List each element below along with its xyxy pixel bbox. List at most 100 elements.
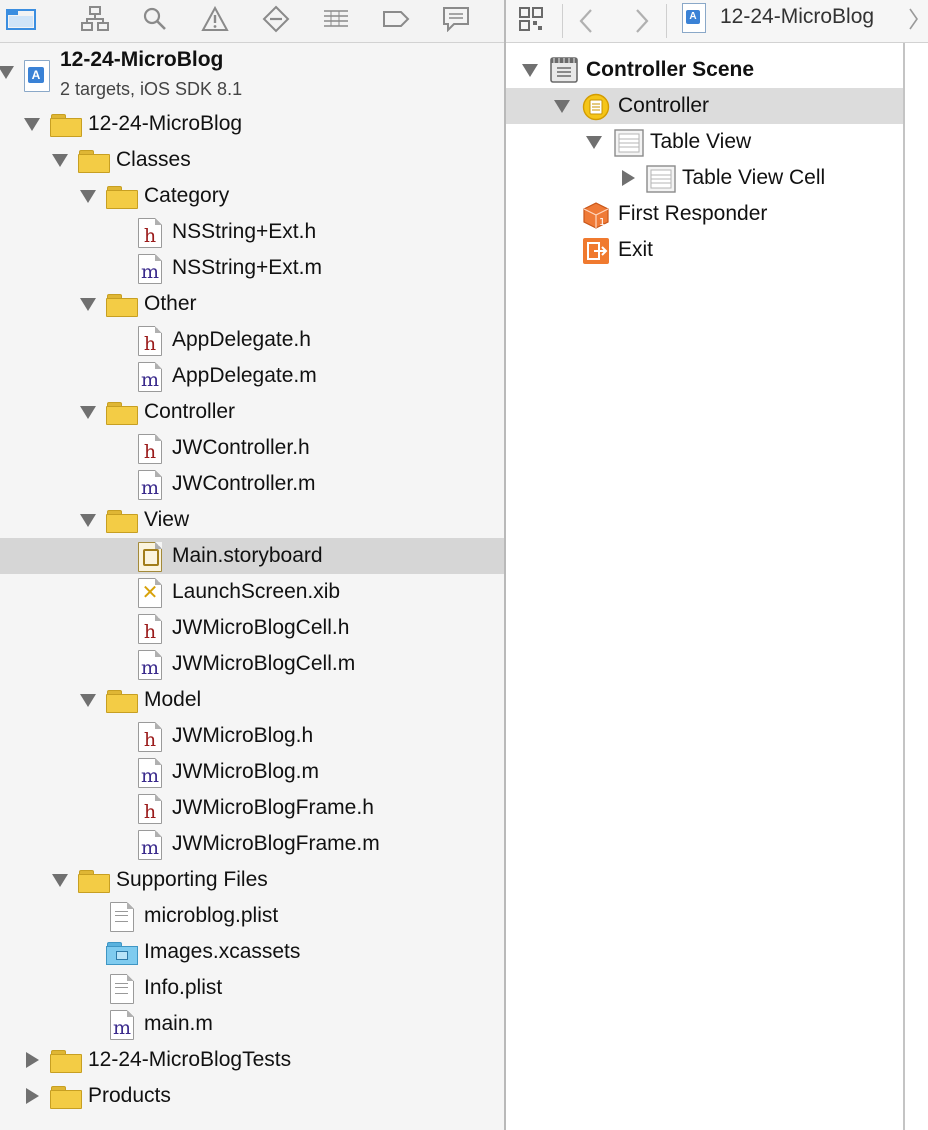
tree-row[interactable]: m JWController.m (0, 466, 504, 502)
report-navigator-icon[interactable] (439, 4, 473, 34)
folder-icon (106, 510, 138, 533)
exit-icon (582, 237, 610, 277)
disclosure-triangle-icon[interactable] (52, 874, 68, 887)
disclosure-triangle-icon[interactable] (622, 170, 635, 186)
tree-row[interactable]: m main.m (0, 1006, 504, 1042)
m-file-icon: m (138, 830, 162, 860)
tree-item-label: NSString+Ext.m (172, 256, 322, 279)
tree-row[interactable]: m JWMicroBlogCell.m (0, 646, 504, 682)
tree-row[interactable]: m NSString+Ext.m (0, 250, 504, 286)
folder-icon (106, 294, 138, 317)
tree-row[interactable]: View (0, 502, 504, 538)
disclosure-triangle-icon[interactable] (26, 1088, 39, 1104)
go-forward-icon[interactable] (632, 8, 652, 39)
jump-bar: A 12-24-MicroBlog (506, 0, 928, 43)
tree-row[interactable]: microblog.plist (0, 898, 504, 934)
tree-row[interactable]: 12-24-MicroBlogTests (0, 1042, 504, 1078)
h-file-icon: h (138, 722, 162, 752)
outline-row[interactable]: Table View (506, 124, 903, 160)
tree-row[interactable]: Images.xcassets (0, 934, 504, 970)
folder-icon (78, 870, 110, 893)
tree-row[interactable]: h JWController.h (0, 430, 504, 466)
disclosure-triangle-icon[interactable] (52, 154, 68, 167)
folder-icon (50, 114, 82, 137)
tree-row[interactable]: ✕ LaunchScreen.xib (0, 574, 504, 610)
disclosure-triangle-icon[interactable] (0, 66, 14, 79)
folder-icon (50, 1086, 82, 1109)
outline-item-label: Table View (650, 130, 752, 153)
interface-builder-editor: A 12-24-MicroBlog Controller Scene Contro… (506, 0, 928, 1130)
tree-item-label: Model (144, 688, 202, 711)
h-file-icon: h (138, 326, 162, 356)
disclosure-triangle-icon[interactable] (80, 694, 96, 707)
xib-file-icon: ✕ (138, 578, 162, 608)
xcode-project-icon: A (24, 60, 50, 92)
tree-row[interactable]: Classes (0, 142, 504, 178)
project-navigator-icon[interactable] (4, 4, 38, 34)
tree-row[interactable]: Supporting Files (0, 862, 504, 898)
tree-item-label: JWMicroBlogFrame.m (172, 832, 380, 855)
disclosure-triangle-icon[interactable] (26, 1052, 39, 1068)
outline-row[interactable]: Table View Cell (506, 160, 903, 196)
tree-item-label: Products (88, 1084, 171, 1107)
tree-row[interactable]: Controller (0, 394, 504, 430)
tree-row[interactable]: Products (0, 1078, 504, 1114)
tree-row[interactable]: Category (0, 178, 504, 214)
folder-icon (50, 1050, 82, 1073)
outline-item-label: Controller Scene (586, 58, 755, 81)
tree-item-label: AppDelegate.h (172, 328, 311, 351)
disclosure-triangle-icon[interactable] (522, 64, 538, 77)
breadcrumb-project[interactable]: 12-24-MicroBlog (720, 2, 874, 32)
tree-item-label: 12-24-MicroBlogTests (88, 1048, 292, 1071)
tree-row[interactable]: 12-24-MicroBlog (0, 106, 504, 142)
tree-item-label: JWController.m (172, 472, 316, 495)
tree-row[interactable]: m JWMicroBlog.m (0, 754, 504, 790)
tree-row[interactable]: h NSString+Ext.h (0, 214, 504, 250)
disclosure-triangle-icon[interactable] (80, 190, 96, 203)
h-file-icon: h (138, 794, 162, 824)
tree-row[interactable]: h JWMicroBlog.h (0, 718, 504, 754)
tree-item-label: Classes (116, 148, 191, 171)
outline-row[interactable]: Controller Scene (506, 52, 903, 88)
outline-item-label: Controller (618, 94, 710, 117)
disclosure-triangle-icon[interactable] (80, 406, 96, 419)
disclosure-triangle-icon[interactable] (24, 118, 40, 131)
outline-row[interactable]: 1 First Responder (506, 196, 903, 232)
disclosure-triangle-icon[interactable] (586, 136, 602, 149)
outline-row[interactable]: Controller (506, 88, 903, 124)
related-items-icon[interactable] (518, 6, 546, 39)
debug-navigator-icon[interactable] (319, 4, 353, 34)
tree-row[interactable]: h JWMicroBlogCell.h (0, 610, 504, 646)
m-file-icon: m (138, 362, 162, 392)
disclosure-triangle-icon[interactable] (554, 100, 570, 113)
breakpoint-navigator-icon[interactable] (379, 4, 413, 34)
disclosure-triangle-icon[interactable] (80, 298, 96, 311)
tree-row[interactable]: Info.plist (0, 970, 504, 1006)
tree-row[interactable]: Model (0, 682, 504, 718)
tree-row[interactable]: Other (0, 286, 504, 322)
disclosure-triangle-icon[interactable] (80, 514, 96, 527)
find-navigator-icon[interactable] (138, 4, 172, 34)
folder-icon (106, 690, 138, 713)
tree-row[interactable]: m AppDelegate.m (0, 358, 504, 394)
project-name[interactable]: 12-24-MicroBlog (60, 46, 223, 74)
asset-catalog-icon (106, 942, 138, 965)
tree-row[interactable]: h JWMicroBlogFrame.h (0, 790, 504, 826)
xcode-project-icon: A (682, 3, 706, 33)
tree-item-label: View (144, 508, 190, 531)
tree-row[interactable]: m JWMicroBlogFrame.m (0, 826, 504, 862)
folder-icon (106, 402, 138, 425)
symbol-navigator-icon[interactable] (78, 4, 112, 34)
test-navigator-icon[interactable] (259, 4, 293, 34)
folder-icon (106, 186, 138, 209)
outline-row[interactable]: Exit (506, 232, 903, 268)
tree-row[interactable]: Main.storyboard (0, 538, 504, 574)
outline-item-label: Exit (618, 238, 654, 261)
tree-item-label: Category (144, 184, 230, 207)
tree-item-label: LaunchScreen.xib (172, 580, 341, 603)
tree-row[interactable]: h AppDelegate.h (0, 322, 504, 358)
tree-item-label: JWMicroBlogFrame.h (172, 796, 374, 819)
go-back-icon[interactable] (576, 8, 596, 39)
m-file-icon: m (110, 1010, 134, 1040)
issue-navigator-icon[interactable] (198, 4, 232, 34)
